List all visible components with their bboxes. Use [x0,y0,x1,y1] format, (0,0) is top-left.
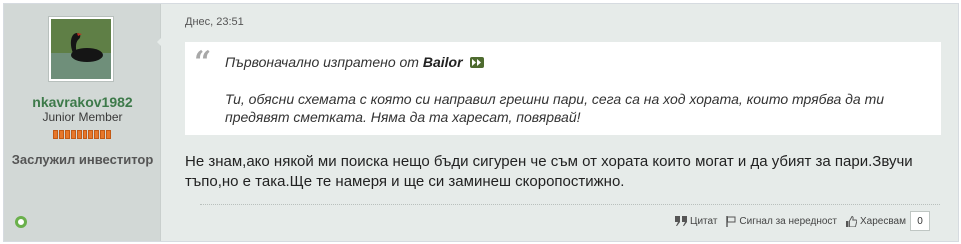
post-divider [200,204,940,205]
flag-icon [726,215,736,227]
quote-author[interactable]: Bailor [423,54,463,70]
like-button-label: Харесвам [860,215,906,227]
quote-text: Ти, обясни схемата с която си направил г… [225,91,885,125]
avatar[interactable] [48,16,114,82]
quote-button[interactable]: Цитат [675,216,717,227]
post-message: Не знам,ако някой ми поиска нещо бъди си… [185,153,913,190]
quote-icon: “ [194,45,212,80]
goto-post-icon[interactable] [470,57,485,68]
report-button-label: Сигнал за нередност [739,215,837,227]
reputation-bar [53,130,112,139]
post-date: Днес, 23:51 [185,16,244,28]
speech-arrow [157,34,165,50]
like-button[interactable]: Харесвам [846,216,906,227]
quote-header: Първоначално изпратено от Bailor [225,54,485,70]
user-rank: Заслужил инвеститор [11,152,154,167]
quote-icon [675,216,688,226]
username[interactable]: nkavrakov1982 [4,94,161,110]
post-actions: Цитат Сигнал за нередност Харесвам 0 [666,211,930,231]
quote-button-label: Цитат [690,215,718,227]
online-status-icon [15,216,27,228]
user-title: Junior Member [42,110,123,124]
avatar-image [51,19,111,79]
thumbs-up-icon [846,215,857,227]
post-content: Днес, 23:51 “ Първоначално изпратено от … [157,4,958,241]
like-count: 0 [910,211,930,231]
quote-prefix: Първоначално изпратено от [225,54,419,70]
user-info-panel: nkavrakov1982 Junior Member Заслужил инв… [4,4,161,241]
report-button[interactable]: Сигнал за нередност [726,215,837,227]
quote-block: “ Първоначално изпратено от Bailor Ти, о… [185,42,941,135]
forum-post: nkavrakov1982 Junior Member Заслужил инв… [3,3,959,242]
